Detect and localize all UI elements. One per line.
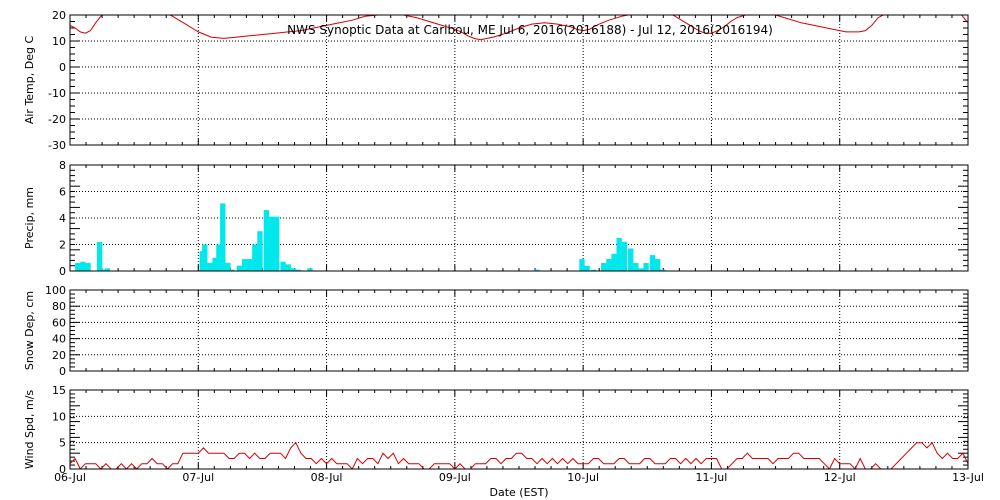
y-tick-label-temp: 0 bbox=[59, 61, 66, 74]
precip-bar bbox=[280, 261, 286, 271]
y-tick-label-precip: 0 bbox=[59, 265, 66, 278]
precip-bar bbox=[273, 216, 280, 271]
x-tick-label: 07-Jul bbox=[182, 471, 214, 484]
y-tick-label-temp: -20 bbox=[48, 113, 66, 126]
x-tick-label: 13-Jul bbox=[952, 471, 984, 484]
y-tick-label-wind: 5 bbox=[59, 437, 66, 450]
y-tick-label-snow: 40 bbox=[52, 333, 66, 346]
x-tick-label: 06-Jul bbox=[54, 471, 86, 484]
y-axis-label-snow: Snow Dep, cm bbox=[23, 291, 36, 370]
y-tick-label-snow: 0 bbox=[59, 365, 66, 378]
precip-bar bbox=[649, 255, 656, 271]
precip-bar bbox=[247, 259, 253, 271]
precip-bar bbox=[207, 263, 213, 271]
y-axis-label-wind: Wind Spd, m/s bbox=[23, 390, 36, 470]
y-axis-label-temp: Air Temp, Deg C bbox=[23, 36, 36, 125]
y-tick-label-wind: 15 bbox=[52, 384, 66, 397]
y-tick-label-temp: 20 bbox=[52, 9, 66, 22]
precip-bar bbox=[606, 259, 612, 271]
y-tick-label-precip: 8 bbox=[59, 159, 66, 172]
y-tick-label-temp: 10 bbox=[52, 35, 66, 48]
y-tick-label-wind: 10 bbox=[52, 410, 66, 423]
chart-title: NWS Synoptic Data at Caribou, ME Jul 6, … bbox=[287, 23, 773, 37]
y-tick-label-snow: 60 bbox=[52, 316, 66, 329]
y-tick-label-snow: 100 bbox=[45, 284, 66, 297]
y-tick-label-precip: 4 bbox=[59, 212, 66, 225]
precip-bar bbox=[621, 241, 627, 271]
chart-background bbox=[0, 0, 1000, 500]
x-tick-label: 11-Jul bbox=[695, 471, 727, 484]
x-tick-label: 12-Jul bbox=[824, 471, 856, 484]
precip-bar bbox=[584, 265, 590, 271]
precip-bar bbox=[80, 261, 86, 271]
y-tick-label-precip: 6 bbox=[59, 186, 66, 199]
x-tick-label: 08-Jul bbox=[311, 471, 343, 484]
y-tick-label-temp: -10 bbox=[48, 87, 66, 100]
precip-bar bbox=[616, 237, 622, 271]
synoptic-chart: 20100-10-20-30Air Temp, Deg C02468Precip… bbox=[0, 0, 1000, 500]
precip-bar bbox=[241, 259, 248, 271]
precip-bar bbox=[601, 263, 607, 271]
precip-bar bbox=[257, 231, 263, 271]
precip-bar bbox=[236, 265, 243, 271]
precip-bar bbox=[628, 248, 634, 271]
x-axis-label: Date (EST) bbox=[489, 486, 548, 499]
precip-bar bbox=[252, 244, 258, 271]
precip-bar bbox=[220, 203, 226, 271]
precip-bar bbox=[75, 263, 81, 271]
y-tick-label-temp: -30 bbox=[48, 139, 66, 152]
precip-bar bbox=[611, 253, 617, 271]
precip-bar bbox=[85, 263, 91, 271]
x-tick-label: 10-Jul bbox=[567, 471, 599, 484]
precip-bar bbox=[579, 259, 585, 271]
y-tick-label-snow: 80 bbox=[52, 300, 66, 313]
precip-bar bbox=[654, 259, 661, 271]
x-tick-label: 09-Jul bbox=[439, 471, 471, 484]
precip-bar bbox=[263, 210, 270, 271]
y-axis-label-precip: Precip, mm bbox=[23, 187, 36, 249]
precip-bar bbox=[643, 263, 649, 271]
precip-bar bbox=[633, 263, 639, 271]
precip-bar bbox=[285, 264, 291, 271]
y-tick-label-precip: 2 bbox=[59, 239, 66, 252]
precip-bar bbox=[268, 216, 275, 271]
precip-bar bbox=[202, 244, 208, 271]
precip-bar bbox=[96, 241, 103, 271]
y-tick-label-snow: 20 bbox=[52, 349, 66, 362]
